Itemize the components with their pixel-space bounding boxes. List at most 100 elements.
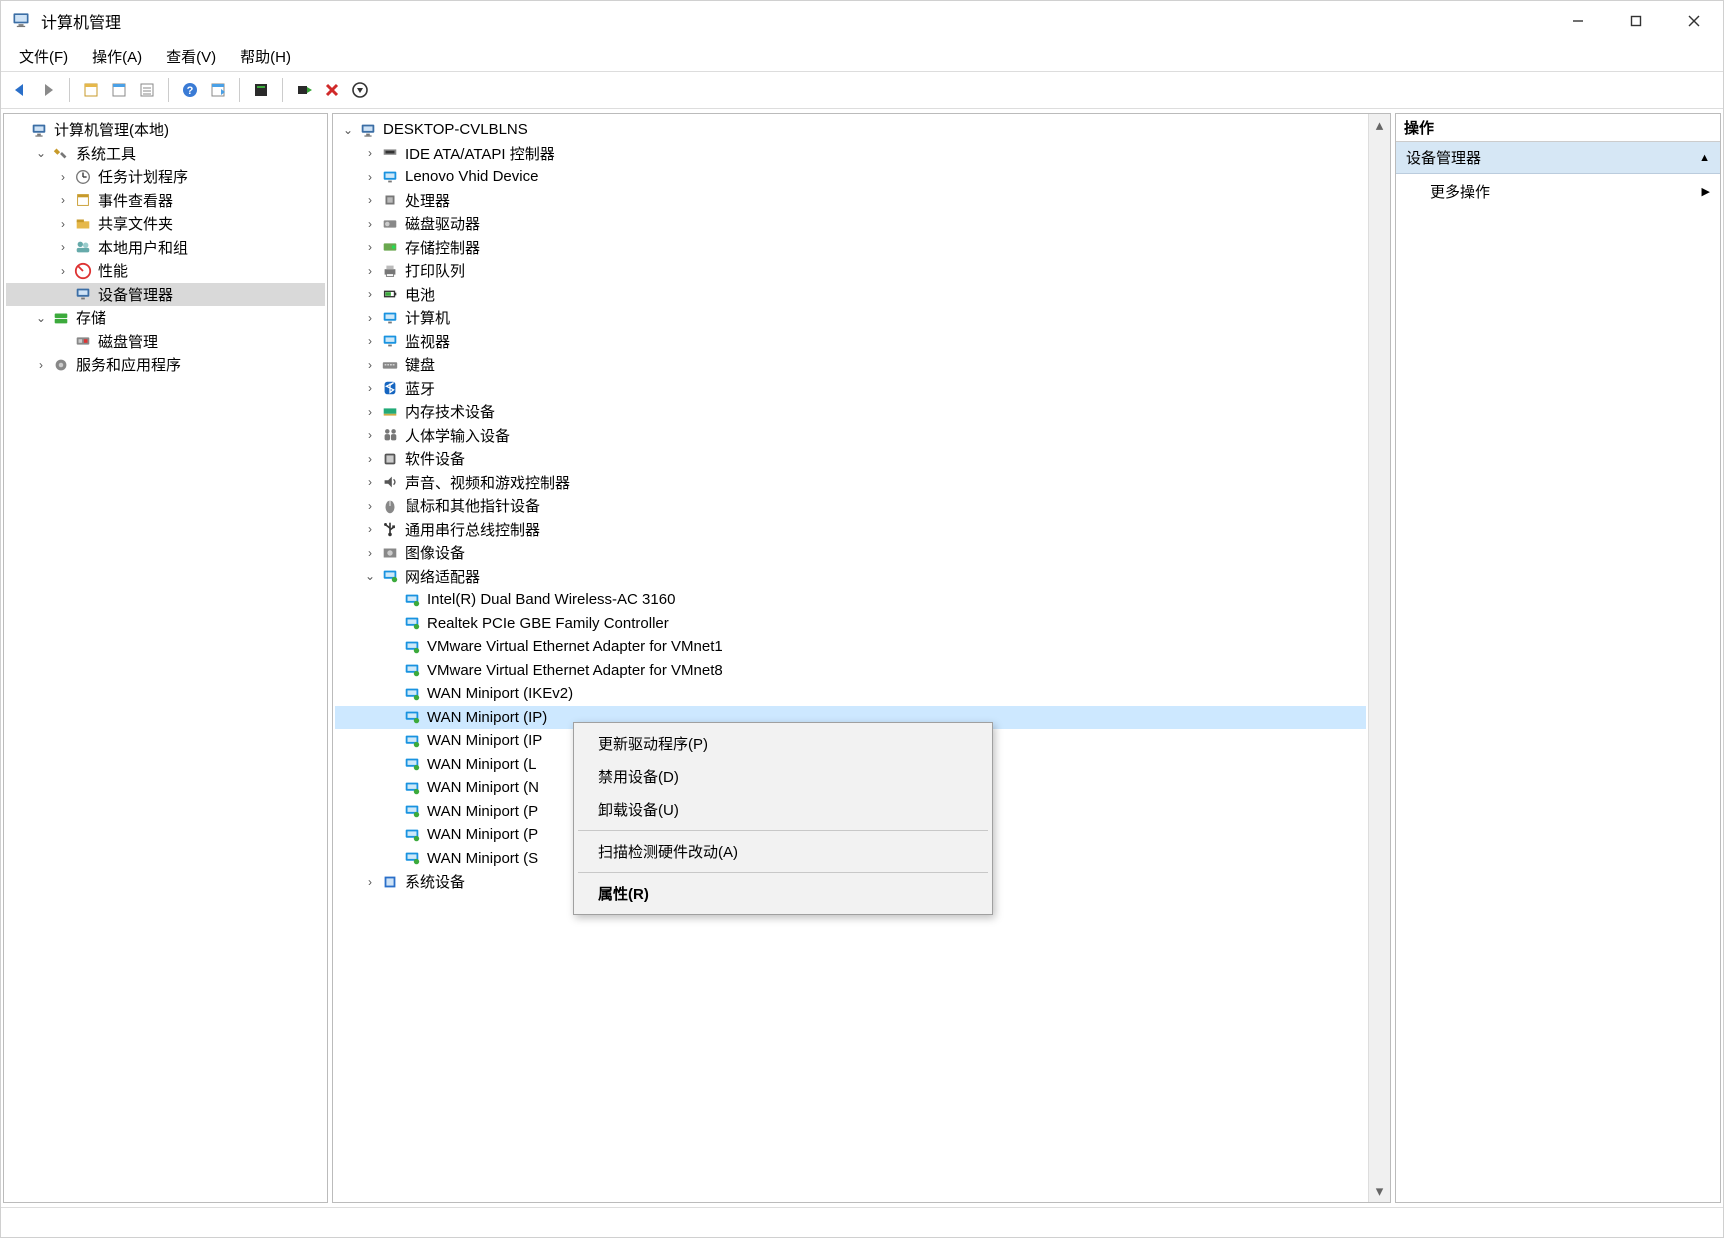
context-menu-item[interactable]: 禁用设备(D) [576, 760, 990, 793]
disclosure-icon[interactable]: › [361, 264, 379, 278]
mmc-item[interactable]: ›设备管理器 [6, 283, 325, 307]
disclosure-icon[interactable]: ⌄ [32, 311, 50, 325]
device-category[interactable]: ›计算机 [335, 306, 1366, 330]
device-category[interactable]: ›Lenovo Vhid Device [335, 165, 1366, 189]
disclosure-icon[interactable]: › [361, 287, 379, 301]
disclosure-icon[interactable]: › [361, 170, 379, 184]
mmc-item[interactable]: ›事件查看器 [6, 189, 325, 213]
disclosure-icon[interactable]: ⌄ [361, 569, 379, 583]
device-category[interactable]: ›键盘 [335, 353, 1366, 377]
device-category[interactable]: › 磁盘驱动器 [335, 212, 1366, 236]
device-category[interactable]: ⌄网络适配器 [335, 565, 1366, 589]
mmc-item[interactable]: ›磁盘管理 [6, 330, 325, 354]
disclosure-icon[interactable]: › [361, 875, 379, 889]
disclosure-icon[interactable]: › [361, 240, 379, 254]
disclosure-icon[interactable]: › [361, 499, 379, 513]
keyboard-icon [379, 354, 401, 376]
device-root[interactable]: ⌄DESKTOP-CVLBLNS [335, 118, 1366, 142]
context-menu-item[interactable]: 更新驱动程序(P) [576, 727, 990, 760]
menu-view[interactable]: 查看(V) [154, 42, 228, 71]
scan-hardware-button[interactable] [291, 77, 317, 103]
device-category[interactable]: ›监视器 [335, 330, 1366, 354]
disclosure-icon[interactable]: › [361, 522, 379, 536]
device-category[interactable]: ›电池 [335, 283, 1366, 307]
scroll-up-button[interactable]: ▴ [1371, 116, 1389, 134]
device-category[interactable]: › 内存技术设备 [335, 400, 1366, 424]
device-category[interactable]: ›IDE ATA/ATAPI 控制器 [335, 142, 1366, 166]
disclosure-icon[interactable]: › [361, 475, 379, 489]
more-actions-item[interactable]: 更多操作 ▶ [1396, 174, 1720, 208]
device-tree[interactable]: ⌄DESKTOP-CVLBLNS›IDE ATA/ATAPI 控制器›Lenov… [333, 114, 1368, 1202]
mmc-item[interactable]: ⌄存储 [6, 306, 325, 330]
tree-item-label: 磁盘驱动器 [405, 213, 480, 234]
tree-item-label: 存储控制器 [405, 237, 480, 258]
disclosure-icon[interactable]: › [32, 358, 50, 372]
device-category[interactable]: ›人体学输入设备 [335, 424, 1366, 448]
disclosure-icon[interactable]: › [361, 428, 379, 442]
disclosure-icon[interactable]: ⌄ [339, 123, 357, 137]
mmc-item[interactable]: ›本地用户和组 [6, 236, 325, 260]
mmc-item[interactable]: ›任务计划程序 [6, 165, 325, 189]
menu-help[interactable]: 帮助(H) [228, 42, 303, 71]
device-item[interactable]: ›Realtek PCIe GBE Family Controller [335, 612, 1366, 636]
minimize-button[interactable] [1549, 1, 1607, 41]
disclosure-icon[interactable]: › [361, 146, 379, 160]
maximize-button[interactable] [1607, 1, 1665, 41]
help-button[interactable]: ? [177, 77, 203, 103]
back-button[interactable] [7, 77, 33, 103]
device-category[interactable]: ›通用串行总线控制器 [335, 518, 1366, 542]
disclosure-icon[interactable]: › [361, 381, 379, 395]
device-category[interactable]: › 存储控制器 [335, 236, 1366, 260]
properties-button[interactable] [106, 77, 132, 103]
device-category[interactable]: ›打印队列 [335, 259, 1366, 283]
close-button[interactable] [1665, 1, 1723, 41]
mmc-item[interactable]: ›服务和应用程序 [6, 353, 325, 377]
disclosure-icon[interactable]: › [54, 193, 72, 207]
disclosure-icon[interactable]: › [361, 405, 379, 419]
disclosure-icon[interactable]: › [54, 217, 72, 231]
menu-action[interactable]: 操作(A) [80, 42, 154, 71]
device-item[interactable]: ›Intel(R) Dual Band Wireless-AC 3160 [335, 588, 1366, 612]
mmc-tree[interactable]: ›计算机管理(本地)⌄系统工具›任务计划程序›事件查看器›共享文件夹›本地用户和… [4, 114, 327, 1202]
device-category[interactable]: ›软件设备 [335, 447, 1366, 471]
disclosure-icon[interactable]: › [361, 311, 379, 325]
mouse-icon [379, 495, 401, 517]
device-item[interactable]: ›WAN Miniport (IKEv2) [335, 682, 1366, 706]
context-menu-item[interactable]: 扫描检测硬件改动(A) [576, 835, 990, 868]
menu-file[interactable]: 文件(F) [7, 42, 80, 71]
device-category[interactable]: ›声音、视频和游戏控制器 [335, 471, 1366, 495]
context-menu-item[interactable]: 卸载设备(U) [576, 793, 990, 826]
forward-button[interactable] [35, 77, 61, 103]
disclosure-icon[interactable]: › [361, 193, 379, 207]
disclosure-icon[interactable]: › [54, 264, 72, 278]
device-category[interactable]: ›鼠标和其他指针设备 [335, 494, 1366, 518]
device-item[interactable]: ›VMware Virtual Ethernet Adapter for VMn… [335, 659, 1366, 683]
mmc-item[interactable]: ⌄系统工具 [6, 142, 325, 166]
device-category[interactable]: ›图像设备 [335, 541, 1366, 565]
show-hide-tree-button[interactable] [78, 77, 104, 103]
vertical-scrollbar[interactable]: ▴ ▾ [1368, 114, 1390, 1202]
disclosure-icon[interactable]: › [361, 334, 379, 348]
disclosure-icon[interactable]: › [54, 240, 72, 254]
console-button[interactable] [248, 77, 274, 103]
device-category[interactable]: ›处理器 [335, 189, 1366, 213]
mmc-item[interactable]: ›性能 [6, 259, 325, 283]
device-item[interactable]: ›VMware Virtual Ethernet Adapter for VMn… [335, 635, 1366, 659]
disclosure-icon[interactable]: › [361, 452, 379, 466]
disclosure-icon[interactable]: ⌄ [32, 146, 50, 160]
actions-subheader[interactable]: 设备管理器 ▲ [1396, 142, 1720, 174]
context-menu[interactable]: 更新驱动程序(P)禁用设备(D)卸载设备(U) 扫描检测硬件改动(A) 属性(R) [573, 722, 993, 915]
uninstall-button[interactable] [319, 77, 345, 103]
mmc-root[interactable]: ›计算机管理(本地) [6, 118, 325, 142]
export-list-button[interactable] [134, 77, 160, 103]
context-menu-item[interactable]: 属性(R) [576, 877, 990, 910]
disclosure-icon[interactable]: › [54, 170, 72, 184]
device-category[interactable]: ›蓝牙 [335, 377, 1366, 401]
scroll-down-button[interactable]: ▾ [1371, 1182, 1389, 1200]
disclosure-icon[interactable]: › [361, 358, 379, 372]
device-options-button[interactable] [347, 77, 373, 103]
help-topics-button[interactable] [205, 77, 231, 103]
disclosure-icon[interactable]: › [361, 546, 379, 560]
disclosure-icon[interactable]: › [361, 217, 379, 231]
mmc-item[interactable]: ›共享文件夹 [6, 212, 325, 236]
